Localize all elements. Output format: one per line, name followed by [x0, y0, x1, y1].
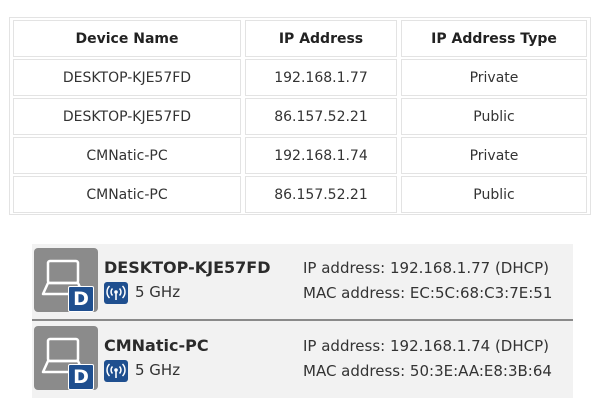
mac-address-info: MAC address: EC:5C:68:C3:7E:51 [303, 284, 553, 302]
device-entry[interactable]: D CMNatic-PC 5 GHz IP address: 192.168.1… [32, 322, 573, 394]
laptop-icon: D [34, 248, 98, 312]
cell-ip-address: 192.168.1.77 [245, 59, 397, 96]
laptop-icon: D [34, 326, 98, 390]
wifi-icon [104, 360, 128, 382]
cell-ip-address: 86.157.52.21 [245, 176, 397, 213]
table-row: CMNatic-PC 192.168.1.74 Private [10, 137, 590, 174]
header-ip-address: IP Address [245, 20, 397, 57]
device-entry[interactable]: D DESKTOP-KJE57FD 5 GHz IP address: 192.… [32, 244, 573, 316]
device-type-badge: D [68, 364, 94, 390]
wifi-band: 5 GHz [135, 361, 181, 379]
device-name: CMNatic-PC [104, 336, 209, 355]
divider [32, 319, 573, 321]
header-ip-address-type: IP Address Type [401, 20, 587, 57]
ip-address-info: IP address: 192.168.1.77 (DHCP) [303, 259, 550, 277]
cell-ip-address: 192.168.1.74 [245, 137, 397, 174]
table-row: DESKTOP-KJE57FD 86.157.52.21 Public [10, 98, 590, 135]
cell-device-name: DESKTOP-KJE57FD [13, 98, 241, 135]
cell-device-name: CMNatic-PC [13, 176, 241, 213]
ip-address-table: Device Name IP Address IP Address Type D… [9, 17, 591, 215]
table-row: DESKTOP-KJE57FD 192.168.1.77 Private [10, 59, 590, 96]
cell-device-name: DESKTOP-KJE57FD [13, 59, 241, 96]
cell-ip-type: Public [401, 98, 587, 135]
device-name: DESKTOP-KJE57FD [104, 258, 271, 277]
header-device-name: Device Name [13, 20, 241, 57]
device-type-badge: D [68, 286, 94, 312]
ip-address-info: IP address: 192.168.1.74 (DHCP) [303, 337, 550, 355]
cell-device-name: CMNatic-PC [13, 137, 241, 174]
wifi-band: 5 GHz [135, 283, 181, 301]
cell-ip-address: 86.157.52.21 [245, 98, 397, 135]
wifi-icon [104, 282, 128, 304]
connected-devices-list: D DESKTOP-KJE57FD 5 GHz IP address: 192.… [32, 244, 573, 398]
cell-ip-type: Public [401, 176, 587, 213]
table-header-row: Device Name IP Address IP Address Type [10, 20, 590, 57]
cell-ip-type: Private [401, 59, 587, 96]
mac-address-info: MAC address: 50:3E:AA:E8:3B:64 [303, 362, 552, 380]
table-row: CMNatic-PC 86.157.52.21 Public [10, 176, 590, 213]
cell-ip-type: Private [401, 137, 587, 174]
